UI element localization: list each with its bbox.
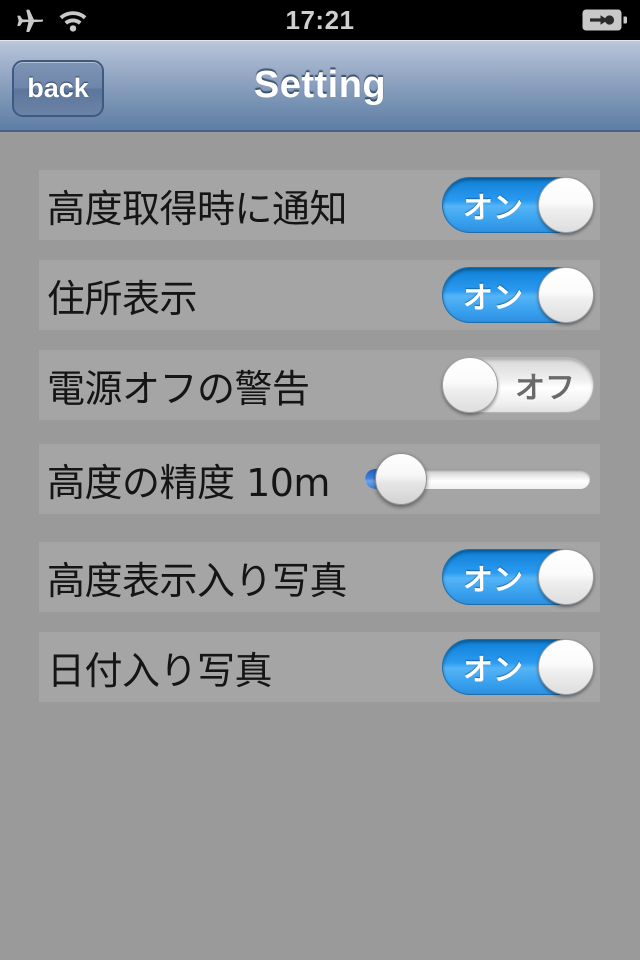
slider-altitude-precision[interactable] (365, 451, 590, 507)
setting-label: 高度取得時に通知 (47, 186, 348, 231)
toggle-show-address[interactable]: オン (442, 267, 594, 323)
toggle-state-label: オン (463, 563, 523, 598)
setting-label: 高度表示入り写真 (47, 558, 348, 603)
toggle-knob[interactable] (538, 177, 594, 233)
setting-row-photo-with-date-stamp[interactable]: 日付入り写真 オン (39, 632, 600, 702)
status-bar-right-icons (582, 0, 628, 40)
setting-label: 住所表示 (47, 276, 198, 321)
toggle-knob[interactable] (538, 549, 594, 605)
toggle-knob[interactable] (538, 267, 594, 323)
setting-label: 電源オフの警告 (47, 366, 310, 411)
toggle-photo-with-date-stamp[interactable]: オン (442, 639, 594, 695)
toggle-state-label: オン (463, 191, 523, 226)
status-bar-clock: 17:21 (285, 5, 355, 35)
toggle-knob[interactable] (538, 639, 594, 695)
phone-screen: 17:21 back Setting 高度取得時に通知 オン 住所表示 オン 電… (0, 0, 640, 960)
toggle-knob[interactable] (442, 357, 498, 413)
page-title: Setting (253, 63, 387, 106)
setting-label: 日付入り写真 (47, 648, 273, 693)
toggle-state-label: オン (463, 281, 523, 316)
toggle-state-label: オフ (515, 371, 575, 406)
settings-list: 高度取得時に通知 オン 住所表示 オン 電源オフの警告 オフ 高度の精度 10m (0, 132, 640, 960)
setting-label: 高度の精度 10m (47, 460, 330, 505)
setting-row-notify-on-altitude-acquired[interactable]: 高度取得時に通知 オン (39, 170, 600, 240)
setting-row-altitude-precision[interactable]: 高度の精度 10m (39, 444, 600, 514)
setting-row-show-address[interactable]: 住所表示 オン (39, 260, 600, 330)
toggle-photo-with-altitude-stamp[interactable]: オン (442, 549, 594, 605)
slider-knob[interactable] (375, 453, 428, 505)
status-bar: 17:21 (0, 0, 640, 40)
toggle-notify-on-altitude-acquired[interactable]: オン (442, 177, 594, 233)
toggle-power-off-warning[interactable]: オフ (442, 357, 594, 413)
toggle-state-label: オン (463, 653, 523, 688)
battery-charging-icon (582, 8, 628, 32)
setting-row-power-off-warning[interactable]: 電源オフの警告 オフ (39, 350, 600, 420)
setting-row-photo-with-altitude-stamp[interactable]: 高度表示入り写真 オン (39, 542, 600, 612)
navigation-bar: back Setting (0, 40, 640, 132)
